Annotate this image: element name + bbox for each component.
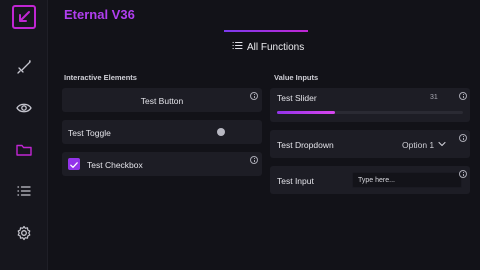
test-checkbox[interactable] bbox=[68, 158, 80, 170]
test-input-placeholder: Type here... bbox=[358, 177, 395, 184]
info-icon[interactable] bbox=[459, 92, 467, 100]
folder-icon[interactable] bbox=[15, 141, 33, 159]
info-icon[interactable] bbox=[459, 170, 467, 178]
test-slider-label: Test Slider bbox=[277, 93, 317, 103]
test-checkbox-row: Test Checkbox bbox=[62, 152, 262, 176]
list-icon[interactable] bbox=[15, 182, 33, 200]
info-icon[interactable] bbox=[250, 156, 258, 164]
section-title-value-inputs: Value Inputs bbox=[274, 73, 319, 82]
tab-label: All Functions bbox=[247, 41, 305, 53]
test-slider[interactable] bbox=[277, 111, 463, 114]
test-input-label: Test Input bbox=[277, 176, 314, 186]
checkmark-icon bbox=[70, 162, 78, 168]
test-dropdown-row: Test Dropdown Option 1 bbox=[270, 130, 470, 158]
test-dropdown-label: Test Dropdown bbox=[277, 140, 334, 150]
info-icon[interactable] bbox=[459, 134, 467, 142]
test-button-label: Test Button bbox=[140, 96, 184, 106]
eye-icon[interactable] bbox=[15, 99, 33, 117]
tab-active-indicator bbox=[224, 30, 308, 32]
test-slider-value: 31 bbox=[430, 94, 438, 101]
app-title: Eternal V36 bbox=[64, 7, 135, 22]
test-slider-fill bbox=[277, 111, 335, 114]
test-dropdown[interactable]: Option 1 bbox=[398, 136, 448, 152]
sidebar bbox=[0, 0, 48, 270]
tab-all-functions[interactable]: All Functions bbox=[232, 40, 304, 54]
test-slider-row: Test Slider 31 bbox=[270, 88, 470, 122]
logo-icon bbox=[12, 5, 36, 29]
test-toggle-label: Test Toggle bbox=[68, 128, 111, 138]
section-title-interactive: Interactive Elements bbox=[64, 73, 137, 82]
test-toggle-switch[interactable] bbox=[217, 128, 225, 136]
info-icon[interactable] bbox=[250, 92, 258, 100]
test-toggle-row: Test Toggle bbox=[62, 120, 262, 144]
dropdown-selected-value: Option 1 bbox=[402, 140, 435, 150]
chevron-down-icon bbox=[438, 141, 446, 147]
test-input-row: Test Input Type here... bbox=[270, 166, 470, 194]
test-button[interactable]: Test Button bbox=[62, 88, 262, 112]
gear-icon[interactable] bbox=[15, 224, 33, 242]
list-icon bbox=[232, 40, 243, 54]
test-input-field[interactable]: Type here... bbox=[352, 172, 462, 188]
sword-icon[interactable] bbox=[15, 58, 33, 76]
test-checkbox-label: Test Checkbox bbox=[87, 160, 143, 170]
